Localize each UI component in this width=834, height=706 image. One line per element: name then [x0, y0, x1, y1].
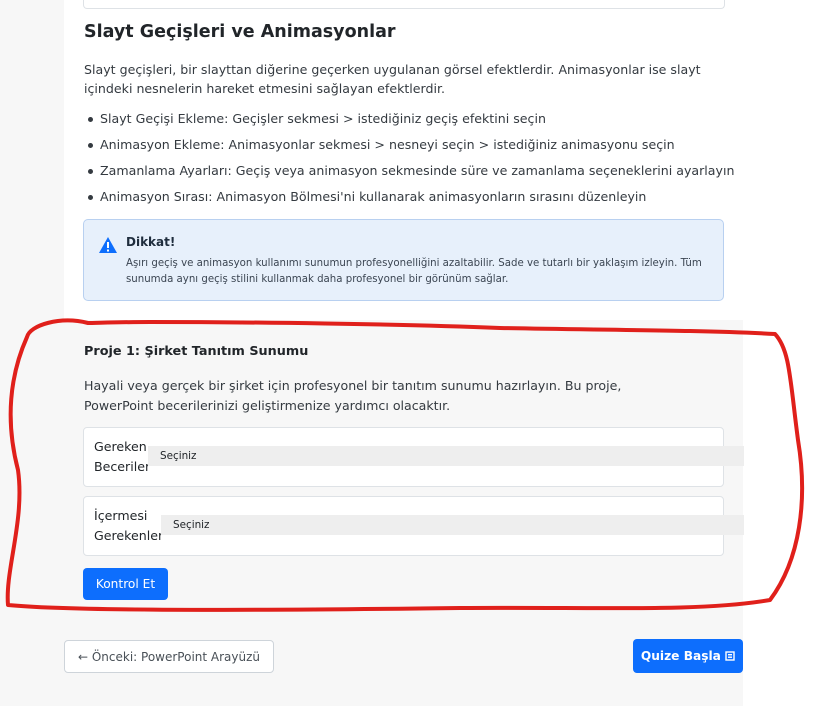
section-title: Slayt Geçişleri ve Animasyonlar: [84, 22, 396, 42]
project-description: Hayali veya gerçek bir şirket için profe…: [84, 378, 622, 413]
warning-alert: Dikkat! Aşırı geçiş ve animasyon kullanı…: [83, 219, 724, 301]
bullet-list: Slayt Geçişi Ekleme: Geçişler sekmesi > …: [84, 110, 734, 214]
alert-title: Dikkat!: [126, 235, 176, 249]
list-item: Slayt Geçişi Ekleme: Geçişler sekmesi > …: [84, 110, 734, 136]
field-label-line: İçermesi: [94, 508, 148, 523]
required-contents-field: İçermesi Gerekenler Seçiniz: [83, 496, 744, 556]
required-skills-select[interactable]: Seçiniz: [148, 446, 744, 466]
list-item: Zamanlama Ayarları: Geçiş veya animasyon…: [84, 162, 734, 188]
book-icon: [725, 651, 735, 661]
check-button[interactable]: Kontrol Et: [83, 568, 168, 600]
previous-panel-edge: [83, 0, 725, 9]
field-label-line: Beceriler: [94, 459, 151, 474]
right-margin: [743, 0, 834, 706]
alert-text: Aşırı geçiş ve animasyon kullanımı sunum…: [126, 258, 702, 285]
warning-triangle-icon: [99, 237, 117, 253]
required-contents-select[interactable]: Seçiniz: [161, 515, 744, 535]
previous-button[interactable]: ← Önceki: PowerPoint Arayüzü: [64, 640, 274, 673]
section-intro: Slayt geçişleri, bir slayttan diğerine g…: [84, 62, 701, 96]
list-item: Animasyon Sırası: Animasyon Bölmesi'ni k…: [84, 188, 734, 214]
project-title: Proje 1: Şirket Tanıtım Sunumu: [84, 344, 309, 359]
start-quiz-button[interactable]: Quize Başla: [633, 639, 743, 673]
field-label-line: Gereken: [94, 439, 147, 454]
field-label: İçermesi Gerekenler: [94, 506, 163, 546]
start-quiz-label: Quize Başla: [640, 649, 721, 663]
field-label: Gereken Beceriler: [94, 437, 150, 477]
list-item: Animasyon Ekleme: Animasyonlar sekmesi >…: [84, 136, 734, 162]
required-skills-field: Gereken Beceriler Seçiniz: [83, 427, 744, 487]
field-label-line: Gerekenler: [94, 528, 164, 543]
